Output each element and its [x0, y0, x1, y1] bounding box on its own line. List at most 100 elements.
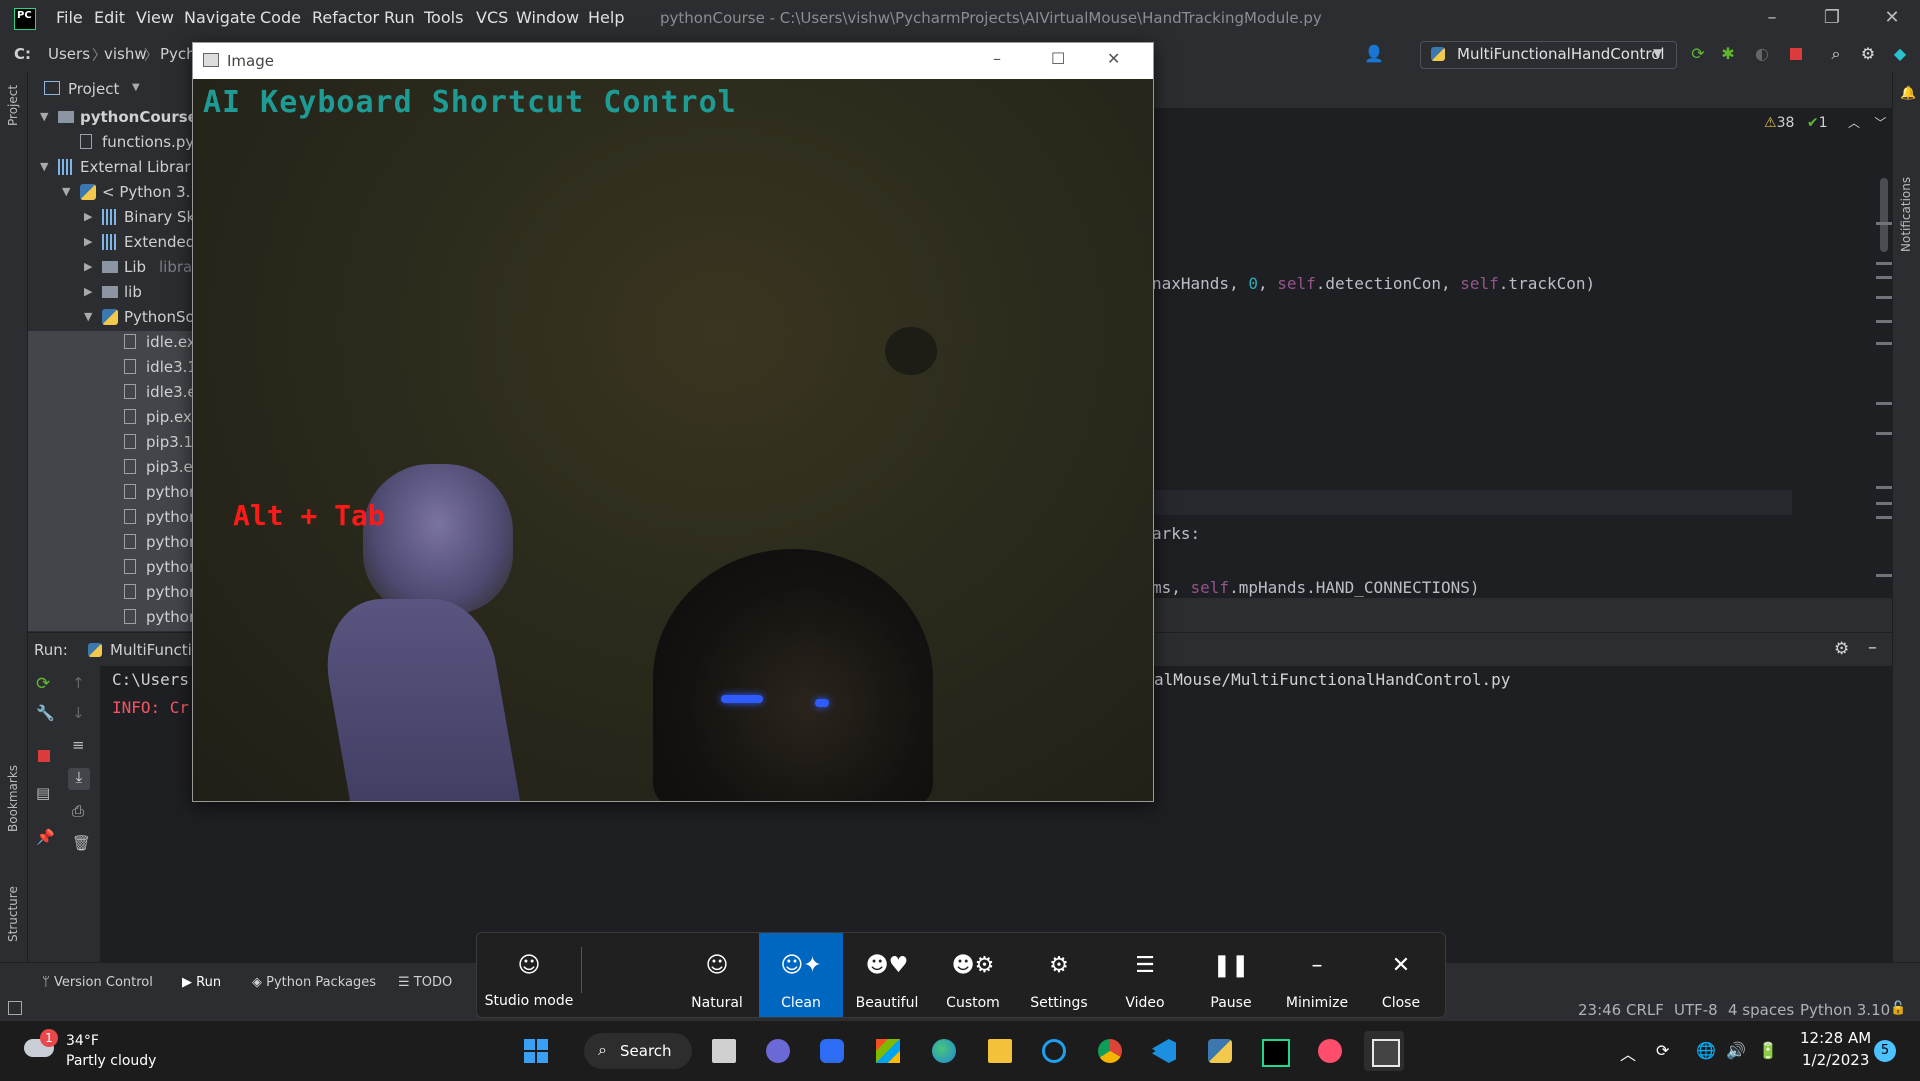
status-line-separator[interactable]: CRLF [1626, 1001, 1664, 1019]
error-stripe-mark[interactable] [1876, 486, 1892, 489]
chat-app[interactable] [758, 1031, 798, 1071]
tree-item[interactable]: ▶ lib [28, 281, 198, 306]
studio-mode-button[interactable]: ☺ Studio mode [477, 933, 581, 1017]
video-button[interactable]: ☰ Video [1103, 933, 1187, 1017]
vscode-app[interactable] [1144, 1031, 1184, 1071]
cv-minimize-button[interactable]: – [993, 49, 1001, 68]
filter-beautiful-button[interactable]: ☻♥ Beautiful [845, 933, 929, 1017]
hide-panel-icon[interactable]: – [1868, 637, 1877, 658]
code-editor[interactable]: naxHands, 0, self.detectionCon, self.tra… [1152, 108, 1920, 598]
tree-item[interactable]: idle3.e [28, 381, 198, 406]
tree-item[interactable]: pythor [28, 556, 198, 581]
rerun-icon[interactable]: ⟳ [36, 674, 50, 694]
clock-time[interactable]: 12:28 AM [1800, 1029, 1871, 1047]
soft-wrap-icon[interactable]: ≡ [72, 736, 85, 754]
minimize-window-button[interactable]: – [1752, 4, 1792, 32]
chevron-up-icon[interactable]: ︿ [1620, 1041, 1636, 1065]
notification-count-badge[interactable]: 5 [1874, 1040, 1896, 1062]
breadcrumb-drive[interactable]: C: [14, 45, 31, 63]
filter-clean-button[interactable]: ☺✦ Clean [759, 933, 843, 1017]
pin-icon[interactable]: 📌 [36, 828, 55, 846]
error-stripe-mark[interactable] [1876, 262, 1892, 265]
tree-item[interactable]: pip.exe [28, 406, 201, 431]
chevron-up-icon[interactable]: ︿ [1848, 116, 1860, 130]
menu-navigate[interactable]: Navigate [184, 8, 256, 27]
trash-icon[interactable]: 🗑 [72, 834, 91, 852]
cortana-app[interactable] [1034, 1031, 1074, 1071]
tree-item[interactable]: pythor [28, 531, 198, 556]
layout-icon[interactable]: ▤ [36, 784, 50, 802]
tree-item[interactable]: functions.py [28, 131, 198, 156]
menu-help[interactable]: Help [588, 8, 624, 27]
menu-code[interactable]: Code [260, 8, 301, 27]
chevron-right-icon[interactable]: ▶ [84, 235, 92, 248]
tool-python-packages[interactable]: ◈ Python Packages [252, 975, 376, 990]
chevron-down-icon[interactable]: ▼ [132, 82, 140, 93]
error-stripe-mark[interactable] [1876, 276, 1892, 279]
store-app[interactable] [868, 1031, 908, 1071]
inspection-widget[interactable]: ⚠38 ✔1 ︿ ﹀ [1764, 114, 1886, 131]
menu-run[interactable]: Run [384, 8, 415, 27]
chevron-right-icon[interactable]: ▶ [84, 210, 92, 223]
tree-item[interactable]: pip3.e [28, 456, 198, 481]
settings-button[interactable]: ⚙ Settings [1017, 933, 1101, 1017]
tree-item[interactable]: ▶ Extended [28, 231, 198, 256]
error-stripe-mark[interactable] [1876, 320, 1892, 323]
error-stripe-mark[interactable] [1876, 516, 1892, 519]
chevron-down-icon[interactable]: ﹀ [1874, 116, 1886, 130]
snipping-app[interactable] [1364, 1031, 1404, 1071]
lock-icon[interactable]: 🔓 [1890, 1001, 1906, 1016]
menu-file[interactable]: File [56, 8, 83, 27]
stop-icon[interactable] [1786, 44, 1806, 64]
opencv-image-window[interactable]: Image – ☐ ✕ AI Keyboard Shortcut Control… [192, 42, 1154, 802]
pycharm-app[interactable] [1254, 1031, 1294, 1071]
breadcrumb-users[interactable]: Users [48, 45, 90, 63]
tree-item[interactable]: idle3.1 [28, 356, 198, 381]
python-app[interactable] [1200, 1031, 1240, 1071]
project-tool-tab[interactable]: Project [6, 85, 20, 126]
menu-vcs[interactable]: VCS [476, 8, 508, 27]
restore-window-button[interactable]: ❐ [1812, 4, 1852, 32]
tree-item[interactable]: ▼pythonCourseC [28, 106, 206, 131]
arrow-up-icon[interactable]: ↑ [72, 674, 85, 692]
stop-icon[interactable] [38, 750, 50, 762]
taskbar-search[interactable]: ⌕ Search [584, 1033, 692, 1069]
menu-view[interactable]: View [136, 8, 174, 27]
tree-item[interactable]: pip3.10 [28, 431, 203, 456]
tree-item[interactable]: pythor [28, 606, 198, 631]
account-icon[interactable]: 👤 [1364, 44, 1384, 64]
tree-item[interactable]: ▶ Binary Ske [28, 206, 204, 231]
run-tab[interactable]: MultiFunctio [110, 641, 201, 659]
edge-app[interactable] [924, 1031, 964, 1071]
status-interpreter[interactable]: Python 3.10 [1800, 1001, 1890, 1019]
volume-icon[interactable]: 🔊 [1726, 1041, 1746, 1060]
breadcrumb-vishw[interactable]: vishw [104, 45, 147, 63]
cv-close-button[interactable]: ✕ [1107, 49, 1120, 68]
chevron-down-icon[interactable]: ▼ [40, 110, 48, 123]
task-view-button[interactable] [704, 1031, 744, 1071]
menu-refactor[interactable]: Refactor [312, 8, 379, 27]
status-indent[interactable]: 4 spaces [1728, 1001, 1794, 1019]
bell-icon[interactable]: 🔔 [1900, 86, 1916, 101]
tree-item[interactable]: ▼ < Python 3.10 [28, 181, 210, 206]
battery-icon[interactable]: 🔋 [1758, 1041, 1778, 1060]
chevron-down-icon[interactable]: ▼ [40, 160, 48, 173]
chevron-down-icon[interactable]: ▼ [62, 185, 70, 198]
tool-run[interactable]: ▶ Run [182, 975, 221, 990]
menu-edit[interactable]: Edit [94, 8, 125, 27]
status-position[interactable]: 23:46 [1578, 1001, 1621, 1019]
menu-window[interactable]: Window [516, 8, 579, 27]
error-stripe-mark[interactable] [1876, 342, 1892, 345]
project-view-selector[interactable]: Project [68, 80, 119, 98]
tree-item[interactable]: ▼ External Libraries [28, 156, 212, 181]
search-icon[interactable]: ⌕ [1826, 44, 1846, 64]
breadcrumb-pycharm[interactable]: Pych [160, 45, 196, 63]
chrome-app[interactable] [1090, 1031, 1130, 1071]
cv-titlebar[interactable]: Image – ☐ ✕ [193, 43, 1153, 79]
minimize-button[interactable]: – Minimize [1275, 933, 1359, 1017]
filter-custom-button[interactable]: ☻⚙ Custom [931, 933, 1015, 1017]
weather-widget[interactable]: 1 34°F Partly cloudy [20, 1029, 170, 1073]
panel-toggle-icon[interactable] [8, 1001, 22, 1015]
gear-icon[interactable]: ⚙ [1858, 44, 1878, 64]
gear-icon[interactable]: ⚙ [1834, 639, 1849, 659]
